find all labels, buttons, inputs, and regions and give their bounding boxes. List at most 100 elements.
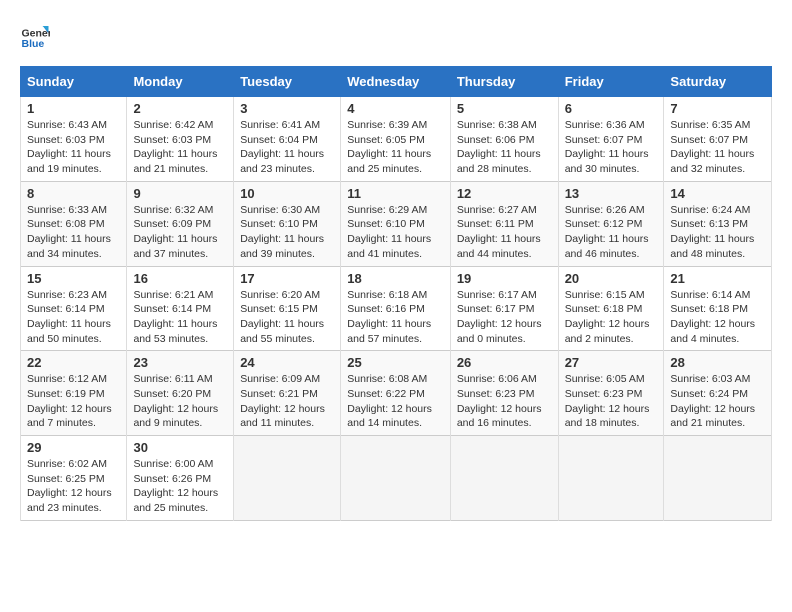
day-number: 12 — [457, 186, 552, 201]
calendar-cell: 23 Sunrise: 6:11 AM Sunset: 6:20 PM Dayl… — [127, 351, 234, 436]
header-thursday: Thursday — [450, 67, 558, 97]
day-number: 9 — [133, 186, 227, 201]
day-number: 25 — [347, 355, 444, 370]
calendar-cell: 27 Sunrise: 6:05 AM Sunset: 6:23 PM Dayl… — [558, 351, 664, 436]
day-number: 29 — [27, 440, 120, 455]
day-number: 7 — [670, 101, 765, 116]
day-info: Sunrise: 6:09 AM Sunset: 6:21 PM Dayligh… — [240, 372, 334, 431]
calendar-cell: 20 Sunrise: 6:15 AM Sunset: 6:18 PM Dayl… — [558, 266, 664, 351]
calendar-cell: 16 Sunrise: 6:21 AM Sunset: 6:14 PM Dayl… — [127, 266, 234, 351]
day-info: Sunrise: 6:11 AM Sunset: 6:20 PM Dayligh… — [133, 372, 227, 431]
calendar-cell: 25 Sunrise: 6:08 AM Sunset: 6:22 PM Dayl… — [341, 351, 451, 436]
day-info: Sunrise: 6:17 AM Sunset: 6:17 PM Dayligh… — [457, 288, 552, 347]
day-number: 8 — [27, 186, 120, 201]
day-info: Sunrise: 6:14 AM Sunset: 6:18 PM Dayligh… — [670, 288, 765, 347]
calendar-cell: 18 Sunrise: 6:18 AM Sunset: 6:16 PM Dayl… — [341, 266, 451, 351]
header-monday: Monday — [127, 67, 234, 97]
day-number: 24 — [240, 355, 334, 370]
week-row-2: 8 Sunrise: 6:33 AM Sunset: 6:08 PM Dayli… — [21, 181, 772, 266]
day-info: Sunrise: 6:23 AM Sunset: 6:14 PM Dayligh… — [27, 288, 120, 347]
calendar-cell: 12 Sunrise: 6:27 AM Sunset: 6:11 PM Dayl… — [450, 181, 558, 266]
day-number: 5 — [457, 101, 552, 116]
calendar-cell: 13 Sunrise: 6:26 AM Sunset: 6:12 PM Dayl… — [558, 181, 664, 266]
day-info: Sunrise: 6:36 AM Sunset: 6:07 PM Dayligh… — [565, 118, 658, 177]
day-info: Sunrise: 6:24 AM Sunset: 6:13 PM Dayligh… — [670, 203, 765, 262]
calendar-cell: 4 Sunrise: 6:39 AM Sunset: 6:05 PM Dayli… — [341, 97, 451, 182]
day-info: Sunrise: 6:18 AM Sunset: 6:16 PM Dayligh… — [347, 288, 444, 347]
day-number: 10 — [240, 186, 334, 201]
header-wednesday: Wednesday — [341, 67, 451, 97]
day-info: Sunrise: 6:35 AM Sunset: 6:07 PM Dayligh… — [670, 118, 765, 177]
day-info: Sunrise: 6:21 AM Sunset: 6:14 PM Dayligh… — [133, 288, 227, 347]
day-number: 28 — [670, 355, 765, 370]
day-info: Sunrise: 6:08 AM Sunset: 6:22 PM Dayligh… — [347, 372, 444, 431]
day-number: 14 — [670, 186, 765, 201]
header-sunday: Sunday — [21, 67, 127, 97]
calendar-cell — [450, 436, 558, 521]
day-number: 27 — [565, 355, 658, 370]
calendar-cell: 8 Sunrise: 6:33 AM Sunset: 6:08 PM Dayli… — [21, 181, 127, 266]
calendar-cell: 10 Sunrise: 6:30 AM Sunset: 6:10 PM Dayl… — [234, 181, 341, 266]
day-info: Sunrise: 6:15 AM Sunset: 6:18 PM Dayligh… — [565, 288, 658, 347]
day-info: Sunrise: 6:12 AM Sunset: 6:19 PM Dayligh… — [27, 372, 120, 431]
calendar-cell: 26 Sunrise: 6:06 AM Sunset: 6:23 PM Dayl… — [450, 351, 558, 436]
day-info: Sunrise: 6:41 AM Sunset: 6:04 PM Dayligh… — [240, 118, 334, 177]
day-number: 22 — [27, 355, 120, 370]
day-info: Sunrise: 6:27 AM Sunset: 6:11 PM Dayligh… — [457, 203, 552, 262]
day-number: 2 — [133, 101, 227, 116]
header-friday: Friday — [558, 67, 664, 97]
day-number: 11 — [347, 186, 444, 201]
day-number: 18 — [347, 271, 444, 286]
calendar-cell: 3 Sunrise: 6:41 AM Sunset: 6:04 PM Dayli… — [234, 97, 341, 182]
calendar-cell: 11 Sunrise: 6:29 AM Sunset: 6:10 PM Dayl… — [341, 181, 451, 266]
logo: General Blue — [20, 20, 54, 50]
day-number: 13 — [565, 186, 658, 201]
calendar-cell: 1 Sunrise: 6:43 AM Sunset: 6:03 PM Dayli… — [21, 97, 127, 182]
day-number: 30 — [133, 440, 227, 455]
day-number: 23 — [133, 355, 227, 370]
calendar-cell: 22 Sunrise: 6:12 AM Sunset: 6:19 PM Dayl… — [21, 351, 127, 436]
week-row-4: 22 Sunrise: 6:12 AM Sunset: 6:19 PM Dayl… — [21, 351, 772, 436]
day-number: 21 — [670, 271, 765, 286]
calendar-cell: 14 Sunrise: 6:24 AM Sunset: 6:13 PM Dayl… — [664, 181, 772, 266]
day-info: Sunrise: 6:32 AM Sunset: 6:09 PM Dayligh… — [133, 203, 227, 262]
calendar-cell: 30 Sunrise: 6:00 AM Sunset: 6:26 PM Dayl… — [127, 436, 234, 521]
calendar-cell: 2 Sunrise: 6:42 AM Sunset: 6:03 PM Dayli… — [127, 97, 234, 182]
calendar-cell: 7 Sunrise: 6:35 AM Sunset: 6:07 PM Dayli… — [664, 97, 772, 182]
calendar-cell: 29 Sunrise: 6:02 AM Sunset: 6:25 PM Dayl… — [21, 436, 127, 521]
header-tuesday: Tuesday — [234, 67, 341, 97]
day-number: 6 — [565, 101, 658, 116]
day-info: Sunrise: 6:33 AM Sunset: 6:08 PM Dayligh… — [27, 203, 120, 262]
day-number: 1 — [27, 101, 120, 116]
calendar-cell: 5 Sunrise: 6:38 AM Sunset: 6:06 PM Dayli… — [450, 97, 558, 182]
day-info: Sunrise: 6:38 AM Sunset: 6:06 PM Dayligh… — [457, 118, 552, 177]
day-info: Sunrise: 6:05 AM Sunset: 6:23 PM Dayligh… — [565, 372, 658, 431]
week-row-5: 29 Sunrise: 6:02 AM Sunset: 6:25 PM Dayl… — [21, 436, 772, 521]
calendar-cell: 15 Sunrise: 6:23 AM Sunset: 6:14 PM Dayl… — [21, 266, 127, 351]
day-number: 17 — [240, 271, 334, 286]
day-number: 15 — [27, 271, 120, 286]
day-number: 3 — [240, 101, 334, 116]
calendar-cell — [558, 436, 664, 521]
week-row-3: 15 Sunrise: 6:23 AM Sunset: 6:14 PM Dayl… — [21, 266, 772, 351]
day-info: Sunrise: 6:43 AM Sunset: 6:03 PM Dayligh… — [27, 118, 120, 177]
calendar-cell: 6 Sunrise: 6:36 AM Sunset: 6:07 PM Dayli… — [558, 97, 664, 182]
day-info: Sunrise: 6:29 AM Sunset: 6:10 PM Dayligh… — [347, 203, 444, 262]
day-info: Sunrise: 6:30 AM Sunset: 6:10 PM Dayligh… — [240, 203, 334, 262]
day-info: Sunrise: 6:06 AM Sunset: 6:23 PM Dayligh… — [457, 372, 552, 431]
calendar-cell: 9 Sunrise: 6:32 AM Sunset: 6:09 PM Dayli… — [127, 181, 234, 266]
calendar-cell — [234, 436, 341, 521]
day-info: Sunrise: 6:26 AM Sunset: 6:12 PM Dayligh… — [565, 203, 658, 262]
header-saturday: Saturday — [664, 67, 772, 97]
calendar-cell — [341, 436, 451, 521]
day-info: Sunrise: 6:20 AM Sunset: 6:15 PM Dayligh… — [240, 288, 334, 347]
calendar-cell: 19 Sunrise: 6:17 AM Sunset: 6:17 PM Dayl… — [450, 266, 558, 351]
calendar-cell: 21 Sunrise: 6:14 AM Sunset: 6:18 PM Dayl… — [664, 266, 772, 351]
day-number: 4 — [347, 101, 444, 116]
calendar-table: SundayMondayTuesdayWednesdayThursdayFrid… — [20, 66, 772, 521]
day-info: Sunrise: 6:00 AM Sunset: 6:26 PM Dayligh… — [133, 457, 227, 516]
week-row-1: 1 Sunrise: 6:43 AM Sunset: 6:03 PM Dayli… — [21, 97, 772, 182]
day-number: 19 — [457, 271, 552, 286]
svg-text:Blue: Blue — [22, 38, 45, 50]
calendar-cell: 24 Sunrise: 6:09 AM Sunset: 6:21 PM Dayl… — [234, 351, 341, 436]
